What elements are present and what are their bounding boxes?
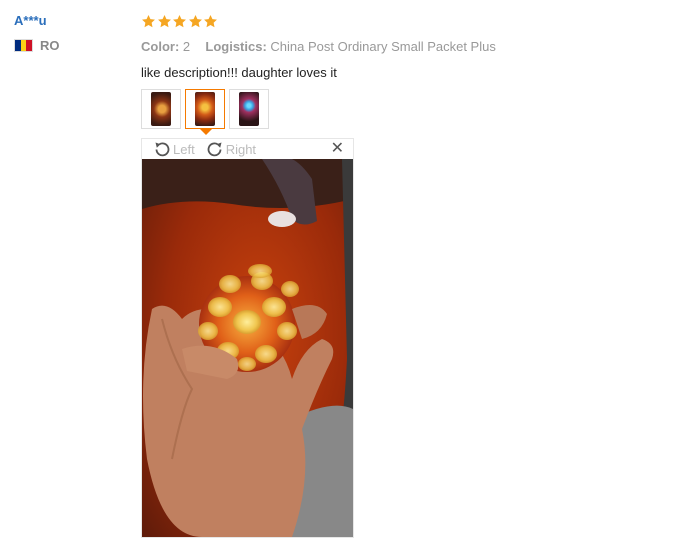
romania-flag-icon: [14, 39, 33, 52]
star-icon: [204, 14, 217, 27]
reviewer-info: A***u RO: [14, 12, 124, 53]
country-code: RO: [40, 38, 60, 53]
color-label: Color:: [141, 39, 180, 54]
star-icon: [173, 14, 186, 27]
review-comment: like description!!! daughter loves it: [141, 65, 337, 80]
review-photo: [142, 159, 353, 537]
rotate-right-label: Right: [225, 141, 257, 157]
thumbnail-image: [151, 92, 171, 126]
color-value: 2: [182, 39, 191, 54]
photo-thumbnail-3[interactable]: [229, 89, 269, 129]
rotate-left-label: Left: [173, 141, 195, 157]
reviewer-country: RO: [14, 38, 124, 53]
logistics-label: Logistics:: [205, 39, 267, 54]
logistics-value: China Post Ordinary Small Packet Plus: [270, 39, 496, 54]
star-icon: [142, 14, 155, 27]
rotate-left-icon: [155, 142, 170, 157]
review-item: A***u RO Color: 2 Logistics: China Post …: [0, 0, 691, 545]
photo-thumbnails: [141, 89, 671, 135]
photo-viewer: Left Right ✕: [141, 138, 354, 538]
star-icon: [157, 14, 171, 27]
photo-thumbnail-1[interactable]: [141, 89, 181, 129]
rotate-left-button[interactable]: Left: [152, 140, 195, 158]
photo-thumbnail-2[interactable]: [185, 89, 225, 135]
reviewer-name: A***u: [14, 13, 47, 28]
review-content: Color: 2 Logistics: China Post Ordinary …: [141, 10, 671, 538]
rotate-right-button[interactable]: Right: [205, 140, 256, 158]
star-icon: [188, 14, 202, 27]
star-rating: [141, 10, 671, 32]
order-attributes: Color: 2 Logistics: China Post Ordinary …: [141, 38, 671, 56]
close-icon[interactable]: ✕: [331, 141, 344, 157]
thumbnail-image: [239, 92, 259, 126]
viewer-toolbar: Left Right ✕: [142, 139, 353, 159]
rotate-right-icon: [207, 142, 222, 157]
thumbnail-image: [195, 92, 215, 126]
